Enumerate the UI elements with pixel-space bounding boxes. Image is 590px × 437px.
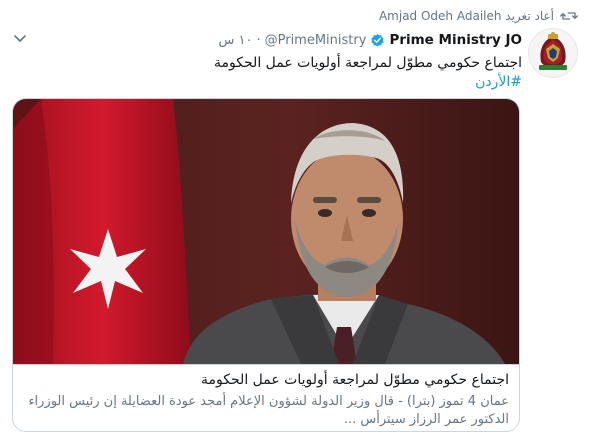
hashtag-link[interactable]: #الأردن: [22, 73, 522, 92]
card-image: [13, 99, 519, 364]
avatar[interactable]: [528, 28, 578, 78]
tweet-text: اجتماع حكومي مطوّل لمراجعة أولويات عمل ا…: [22, 54, 522, 92]
tweet-body: اجتماع حكومي مطوّل لمراجعة أولويات عمل ا…: [214, 55, 522, 71]
retweet-icon: [560, 12, 578, 20]
verified-badge-icon: [371, 33, 385, 47]
link-card[interactable]: اجتماع حكومي مطوّل لمراجعة أولويات عمل ا…: [12, 98, 520, 432]
card-title[interactable]: اجتماع حكومي مطوّل لمراجعة أولويات عمل ا…: [23, 371, 509, 390]
coat-of-arms-icon: [529, 29, 577, 77]
retweet-context: Amjad Odeh Adaileh أعاد تغريد: [379, 6, 578, 26]
tweet-time[interactable]: ١٠ س: [218, 33, 252, 48]
card-body[interactable]: اجتماع حكومي مطوّل لمراجعة أولويات عمل ا…: [13, 364, 519, 431]
tweet-header: ١٠ س · @PrimeMinistry Prime Ministry JO: [218, 30, 522, 50]
flag-shape: [13, 99, 191, 364]
separator-dot: ·: [256, 32, 261, 48]
display-name[interactable]: Prime Ministry JO: [389, 32, 522, 48]
retweet-text[interactable]: Amjad Odeh Adaileh أعاد تغريد: [379, 9, 554, 23]
chevron-down-icon[interactable]: [12, 30, 28, 46]
user-handle[interactable]: @PrimeMinistry: [265, 33, 367, 48]
card-description: عمان 4 تموز (بترا) - قال وزير الدولة لشؤ…: [28, 394, 509, 427]
